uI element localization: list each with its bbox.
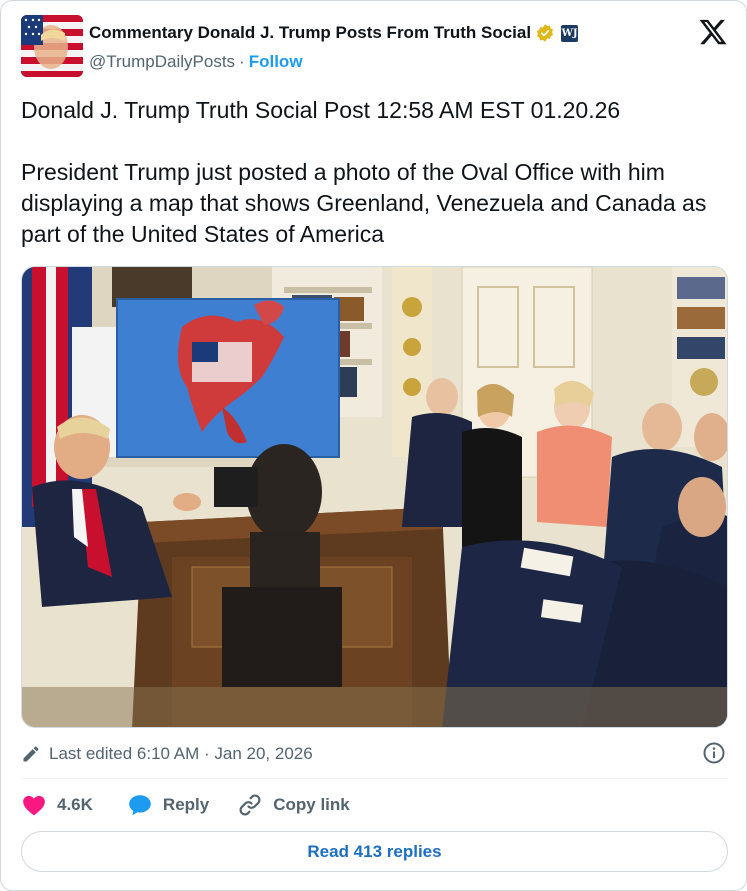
x-logo-icon[interactable] [698,17,728,47]
avatar[interactable] [21,15,83,77]
tweet-text-line-1: Donald J. Trump Truth Social Post 12:58 … [21,97,621,123]
verified-icon [535,23,555,43]
author-name-row: Commentary Donald J. Trump Posts From Tr… [89,23,579,43]
author-handle-row: @TrumpDailyPosts · Follow [89,52,303,72]
link-icon [239,794,261,816]
tweet-header: Commentary Donald J. Trump Posts From Tr… [21,15,728,79]
author-display-name[interactable]: Commentary Donald J. Trump Posts From Tr… [89,23,531,43]
edited-row: Last edited 6:10 AM · Jan 20, 2026 [21,741,728,767]
author-handle[interactable]: @TrumpDailyPosts [89,52,235,71]
reply-label: Reply [162,795,210,814]
last-edited-timestamp[interactable]: Last edited 6:10 AM · Jan 20, 2026 [49,744,313,764]
like-count: 4.6K [57,795,93,814]
heart-icon [23,795,45,816]
affiliation-badge-icon: WJ [561,24,579,42]
tweet-text-line-2: President Trump just posted a photo of t… [21,159,707,247]
tweet-photo[interactable] [21,266,728,728]
pencil-icon [21,744,41,764]
tweet-card: Commentary Donald J. Trump Posts From Tr… [0,0,747,891]
info-icon[interactable] [702,741,726,765]
reply-button[interactable]: Reply [127,792,209,818]
follow-button[interactable]: Follow [249,52,303,71]
tweet-text: Donald J. Trump Truth Social Post 12:58 … [21,95,728,250]
copy-link-button[interactable]: Copy link [237,792,350,818]
reply-bubble-icon [129,795,151,816]
read-replies-button[interactable]: Read 413 replies [21,831,728,872]
copy-link-label: Copy link [273,795,350,814]
divider [21,778,728,779]
separator-dot: · [239,52,245,71]
action-bar: 4.6K Reply Copy link [21,791,350,819]
like-button[interactable]: 4.6K [21,792,93,818]
